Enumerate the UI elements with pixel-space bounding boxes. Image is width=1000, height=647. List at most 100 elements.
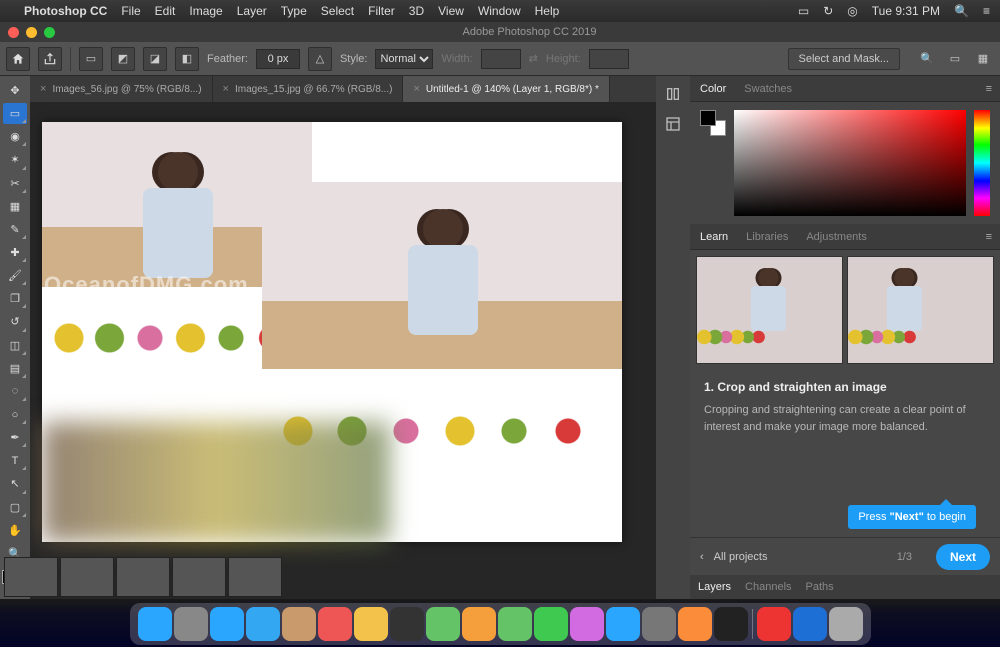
tool-brush[interactable]: 🖌 — [3, 265, 27, 286]
menu-3d[interactable]: 3D — [409, 4, 424, 18]
tool-heal[interactable]: ✚ — [3, 242, 27, 263]
menu-window[interactable]: Window — [478, 4, 521, 18]
tool-frame[interactable]: ▦ — [3, 196, 27, 217]
close-window-button[interactable] — [8, 27, 19, 38]
dock-ibooks-icon[interactable] — [678, 607, 712, 641]
tool-crop[interactable]: ✂ — [3, 173, 27, 194]
document-canvas[interactable] — [42, 122, 622, 542]
all-projects-link[interactable]: All projects — [714, 551, 768, 563]
learn-tab[interactable]: Learn — [698, 231, 730, 243]
dock-notes-icon[interactable] — [354, 607, 388, 641]
tool-quick-select[interactable]: ✶ — [3, 149, 27, 170]
tool-gradient[interactable]: ▤ — [3, 358, 27, 379]
hue-slider[interactable] — [974, 110, 990, 216]
feather-input[interactable] — [256, 49, 300, 69]
dock-contacts-icon[interactable] — [282, 607, 316, 641]
fg-bg-swatch[interactable] — [700, 110, 726, 136]
share-icon[interactable] — [38, 47, 62, 71]
minimize-window-button[interactable] — [26, 27, 37, 38]
close-tab-icon[interactable]: × — [413, 83, 419, 95]
panel-menu-icon[interactable]: ≡ — [986, 231, 992, 243]
dock-maps-icon[interactable] — [426, 607, 460, 641]
dock-launchpad-icon[interactable] — [174, 607, 208, 641]
dock-magnet-icon[interactable] — [757, 607, 791, 641]
dock-photos-icon[interactable] — [462, 607, 496, 641]
app-name[interactable]: Photoshop CC — [24, 4, 107, 18]
color-tab[interactable]: Color — [698, 83, 728, 95]
swatches-tab[interactable]: Swatches — [742, 83, 794, 95]
dock-photoshop-icon[interactable] — [793, 607, 827, 641]
properties-icon[interactable] — [661, 112, 685, 136]
screen-mirror-icon[interactable]: ▭ — [798, 4, 809, 18]
tool-type[interactable]: T — [3, 450, 27, 471]
tool-marquee[interactable]: ▭ — [3, 103, 27, 124]
channels-tab[interactable]: Channels — [745, 581, 791, 593]
desktop-thumb[interactable] — [60, 557, 114, 597]
tool-history-brush[interactable]: ↺ — [3, 311, 27, 332]
layers-tab[interactable]: Layers — [698, 581, 731, 593]
menu-filter[interactable]: Filter — [368, 4, 395, 18]
back-icon[interactable]: ‹ — [700, 551, 704, 563]
doc-tab-1[interactable]: × Images_15.jpg @ 66.7% (RGB/8...) — [213, 76, 404, 102]
add-selection-icon[interactable]: ◪ — [143, 47, 167, 71]
menu-image[interactable]: Image — [189, 4, 222, 18]
canvas-area[interactable]: OceanofDMG.com — [30, 102, 656, 599]
clock[interactable]: Tue 9:31 PM — [872, 4, 940, 18]
style-select[interactable]: Normal — [375, 49, 433, 69]
libraries-tab[interactable]: Libraries — [744, 231, 790, 243]
dock-reminders-icon[interactable] — [390, 607, 424, 641]
menu-edit[interactable]: Edit — [155, 4, 176, 18]
dock-messages-icon[interactable] — [498, 607, 532, 641]
tool-pen[interactable]: ✒ — [3, 427, 27, 448]
dock-trash-icon[interactable] — [829, 607, 863, 641]
antialias-icon[interactable]: △ — [308, 47, 332, 71]
spotlight-icon[interactable]: 🔍 — [954, 4, 969, 18]
desktop-thumb[interactable] — [228, 557, 282, 597]
desktop-thumb[interactable] — [4, 557, 58, 597]
doc-tab-0[interactable]: × Images_56.jpg @ 75% (RGB/8...) — [30, 76, 213, 102]
dock-appstore-icon[interactable] — [606, 607, 640, 641]
home-button[interactable] — [6, 47, 30, 71]
doc-tab-2[interactable]: × Untitled-1 @ 140% (Layer 1, RGB/8*) * — [403, 76, 609, 102]
paths-tab[interactable]: Paths — [806, 581, 834, 593]
panel-menu-icon[interactable]: ≡ — [986, 83, 992, 95]
subtract-selection-icon[interactable]: ◧ — [175, 47, 199, 71]
new-selection-icon[interactable]: ◩ — [111, 47, 135, 71]
tool-hand[interactable]: ✋ — [3, 520, 27, 541]
tool-eraser[interactable]: ◫ — [3, 335, 27, 356]
dock-mail-icon[interactable] — [246, 607, 280, 641]
dock-safari-icon[interactable] — [210, 607, 244, 641]
tool-path-select[interactable]: ↖ — [3, 473, 27, 494]
tool-dodge[interactable]: ○ — [3, 404, 27, 425]
close-tab-icon[interactable]: × — [223, 83, 229, 95]
marquee-rect-icon[interactable]: ▭ — [79, 47, 103, 71]
menu-help[interactable]: Help — [535, 4, 560, 18]
select-and-mask-button[interactable]: Select and Mask... — [788, 48, 901, 70]
dock-calendar-icon[interactable] — [318, 607, 352, 641]
cc-icon[interactable]: ◎ — [847, 4, 857, 18]
dock-terminal-icon[interactable] — [714, 607, 748, 641]
next-button[interactable]: Next — [936, 544, 990, 570]
menu-select[interactable]: Select — [321, 4, 354, 18]
tool-blur[interactable]: ◌ — [3, 381, 27, 402]
menu-file[interactable]: File — [121, 4, 140, 18]
menu-view[interactable]: View — [438, 4, 464, 18]
tool-eyedropper[interactable]: ✎ — [3, 219, 27, 240]
zoom-window-button[interactable] — [44, 27, 55, 38]
dock-finder-icon[interactable] — [138, 607, 172, 641]
menu-type[interactable]: Type — [281, 4, 307, 18]
dock-itunes-icon[interactable] — [570, 607, 604, 641]
tool-rectangle[interactable]: ▢ — [3, 497, 27, 518]
workspace-icon[interactable]: ▭ — [944, 48, 966, 70]
menu-layer[interactable]: Layer — [237, 4, 267, 18]
arrange-icon[interactable]: ▦ — [972, 48, 994, 70]
close-tab-icon[interactable]: × — [40, 83, 46, 95]
history-icon[interactable] — [661, 82, 685, 106]
color-field[interactable] — [734, 110, 966, 216]
dock-system-icon[interactable] — [642, 607, 676, 641]
dock-facetime-icon[interactable] — [534, 607, 568, 641]
sync-icon[interactable]: ↻ — [823, 4, 833, 18]
tool-lasso[interactable]: ◉ — [3, 126, 27, 147]
adjustments-tab[interactable]: Adjustments — [804, 231, 869, 243]
tool-move[interactable]: ✥ — [3, 80, 27, 101]
